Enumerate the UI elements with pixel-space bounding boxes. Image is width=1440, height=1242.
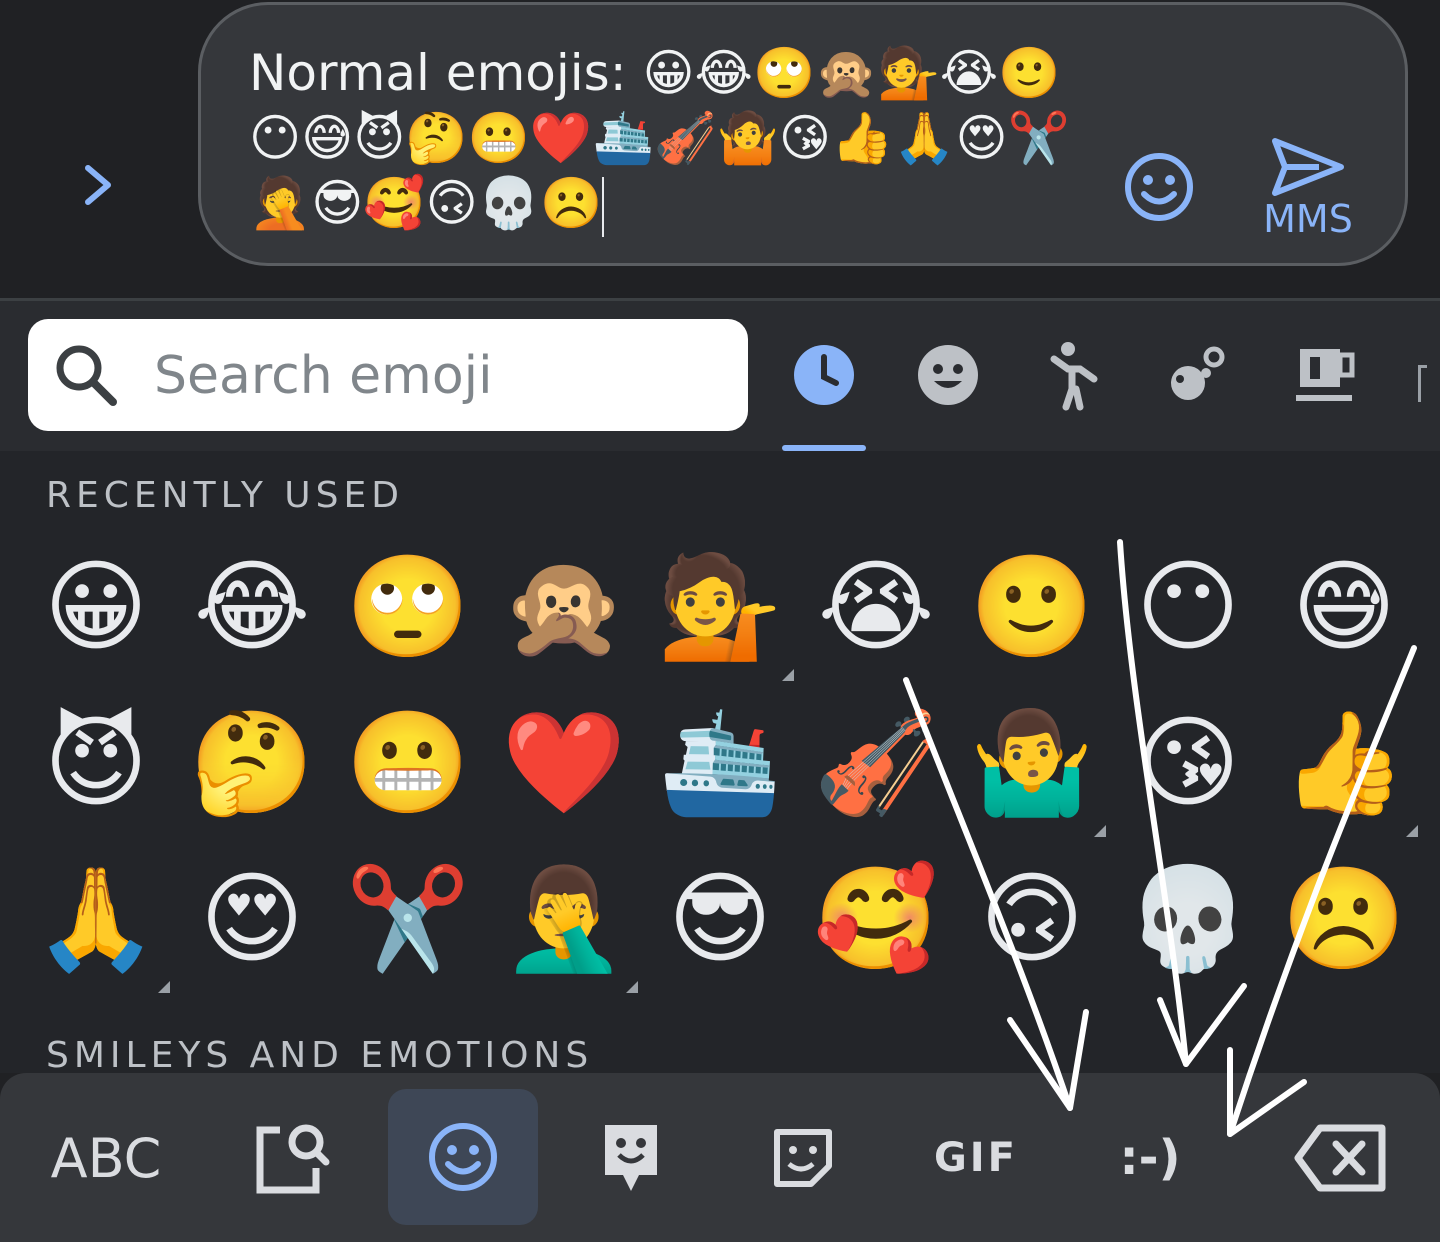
emoji-key[interactable]: 🙃: [962, 849, 1102, 989]
emoji-key[interactable]: 💁: [650, 537, 790, 677]
emoji-key[interactable]: 😎: [650, 849, 790, 989]
person-icon: [1050, 342, 1098, 411]
skin-tone-variant-indicator: [1406, 825, 1418, 837]
emoji-key[interactable]: 🤷‍♂️: [962, 693, 1102, 833]
emoji-key[interactable]: 😬: [338, 693, 478, 833]
backspace-icon: [1294, 1124, 1386, 1192]
chevron-right-icon[interactable]: [78, 160, 118, 210]
emoji-key[interactable]: 🤦‍♂️: [494, 849, 634, 989]
emoji-key[interactable]: 🙂: [962, 537, 1102, 677]
emoji-header: [0, 301, 1440, 451]
tab-recent[interactable]: [788, 339, 860, 411]
emoji-key[interactable]: 😍: [182, 849, 322, 989]
tab-smileys[interactable]: [912, 339, 984, 411]
emoji-key[interactable]: 👍: [1274, 693, 1414, 833]
skin-tone-variant-indicator: [626, 981, 638, 993]
message-prefix: Normal emojis:: [249, 44, 643, 102]
emoji-key[interactable]: 🙊: [494, 537, 634, 677]
sticker-search-icon: [256, 1124, 330, 1194]
emoji-search-button[interactable]: [230, 1103, 350, 1213]
send-mms-button[interactable]: MMS: [1253, 131, 1363, 243]
smiley-icon: [1125, 153, 1193, 221]
emoji-key[interactable]: 😂: [182, 537, 322, 677]
emoji-tab-button[interactable]: [388, 1089, 538, 1225]
send-icon: [1272, 138, 1344, 196]
message-compose-area: Normal emojis: 😀😂🙄🙊💁😭🙂😶😅😈🤔😬❤️🛳️🎻🤷😘👍🙏😍✂️🤦…: [0, 0, 1440, 298]
animals-nature-icon: [1171, 346, 1225, 400]
section-smileys-emotions: SMILEYS AND EMOTIONS: [46, 1035, 594, 1076]
emoji-key[interactable]: 😀: [26, 537, 166, 677]
emoji-search-box[interactable]: [28, 319, 748, 431]
emoji-key[interactable]: 😅: [1274, 537, 1414, 677]
message-input-field[interactable]: Normal emojis: 😀😂🙄🙊💁😭🙂😶😅😈🤔😬❤️🛳️🎻🤷😘👍🙏😍✂️🤦…: [198, 2, 1408, 266]
emoji-key[interactable]: ❤️: [494, 693, 634, 833]
tab-animals-nature[interactable]: [1162, 339, 1234, 411]
sticker-button[interactable]: [748, 1103, 858, 1213]
food-drink-icon: [1296, 349, 1355, 401]
smiley-icon: [429, 1123, 497, 1191]
emoji-key[interactable]: 😈: [26, 693, 166, 833]
gif-button[interactable]: GIF: [916, 1103, 1036, 1213]
abc-label: ABC: [50, 1126, 162, 1190]
emoticon-label: :-): [1119, 1130, 1181, 1186]
section-recently-used: RECENTLY USED: [46, 475, 404, 516]
emoji-key[interactable]: 🎻: [806, 693, 946, 833]
emoji-key[interactable]: 💀: [1118, 849, 1258, 989]
emoji-key[interactable]: 🤔: [182, 693, 322, 833]
emoji-key[interactable]: 🙄: [338, 537, 478, 677]
bitmoji-button[interactable]: [576, 1103, 686, 1213]
skin-tone-variant-indicator: [782, 669, 794, 681]
skin-tone-variant-indicator: [1094, 825, 1106, 837]
bitmoji-icon: [605, 1125, 657, 1191]
emoji-key[interactable]: ✂️: [338, 849, 478, 989]
message-text[interactable]: Normal emojis: 😀😂🙄🙊💁😭🙂😶😅😈🤔😬❤️🛳️🎻🤷😘👍🙏😍✂️🤦…: [249, 41, 1079, 237]
smiley-icon: [918, 345, 978, 405]
gif-label: GIF: [933, 1135, 1019, 1181]
emoji-key[interactable]: 😭: [806, 537, 946, 677]
search-icon: [56, 345, 117, 406]
emoji-key[interactable]: 🛳️: [650, 693, 790, 833]
skin-tone-variant-indicator: [158, 981, 170, 993]
emoji-key[interactable]: 🥰: [806, 849, 946, 989]
search-input[interactable]: [152, 341, 716, 411]
more-categories-icon[interactable]: [1418, 365, 1427, 402]
tab-food-drink[interactable]: [1290, 339, 1362, 411]
delete-button[interactable]: [1280, 1103, 1400, 1213]
tab-people[interactable]: [1038, 339, 1110, 411]
keyboard-bottom-bar: ABC GIF :-): [0, 1073, 1440, 1242]
sticker-icon: [774, 1129, 832, 1187]
text-cursor: [602, 176, 605, 237]
recent-clock-icon: [794, 345, 854, 405]
emoticon-button[interactable]: :-): [1090, 1103, 1210, 1213]
emoji-keyboard-button[interactable]: [1123, 151, 1195, 223]
emoji-key[interactable]: ☹️: [1274, 849, 1414, 989]
send-label: MMS: [1263, 197, 1353, 241]
emoji-grid-panel: RECENTLY USED 😀 😂 🙄 🙊 💁 😭 🙂 😶 😅 😈 🤔 😬 ❤️ 🛳️ 🎻 🤷‍♂️ 😘 👍 🙏 😍 ✂…: [0, 451, 1440, 1076]
emoji-key[interactable]: 😘: [1118, 693, 1258, 833]
emoji-key[interactable]: 😶: [1118, 537, 1258, 677]
emoji-key[interactable]: 🙏: [26, 849, 166, 989]
abc-keyboard-button[interactable]: ABC: [36, 1103, 176, 1213]
